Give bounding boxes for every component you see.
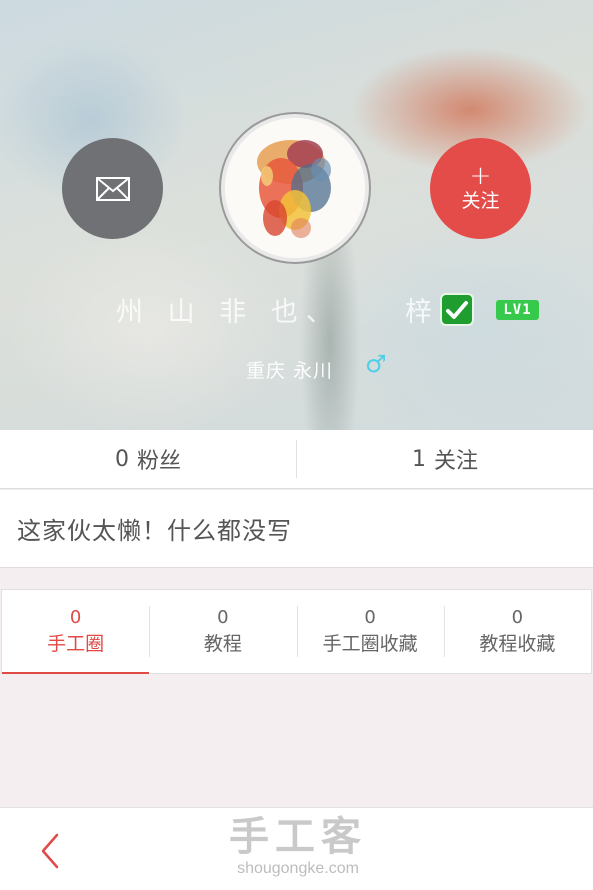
content-tabs: 0 手工圈 0 教程 0 手工圈收藏 0 教程收藏 — [1, 589, 592, 674]
tab-label: 手工圈收藏 — [322, 632, 418, 655]
fans-label: 粉丝 — [136, 449, 181, 474]
tab-label: 教程 — [203, 632, 242, 655]
avatar[interactable] — [221, 114, 369, 262]
fans-count: 0 — [114, 446, 129, 472]
tab-count: 0 — [69, 606, 82, 628]
checkmark-icon — [446, 300, 468, 319]
bio-text: 这家伙太懒！什么都没写 — [0, 490, 593, 568]
envelope-icon — [95, 176, 130, 201]
male-gender-icon: ♂ — [365, 350, 387, 378]
brand-domain: shougongke.com — [237, 860, 359, 877]
follow-stats: 0 粉丝 1 关注 — [0, 430, 593, 489]
following-count: 1 — [411, 446, 426, 472]
follow-label: 关注 — [461, 189, 500, 212]
tab-count: 0 — [511, 606, 524, 628]
tab-tutorials[interactable]: 0 教程 — [149, 590, 296, 673]
tab-circle-favorites[interactable]: 0 手工圈收藏 — [296, 590, 444, 673]
brand-logo-text: 手工客 — [229, 814, 367, 860]
nickname-part-b: 梓 — [405, 297, 432, 328]
fans-stat[interactable]: 0 粉丝 — [0, 430, 296, 488]
follow-button[interactable]: + 关注 — [430, 138, 531, 239]
tab-count: 0 — [217, 606, 229, 628]
message-button[interactable] — [62, 138, 163, 239]
nickname-part-a: 州 山 非 也、 — [116, 297, 341, 328]
back-button[interactable] — [30, 826, 70, 876]
chevron-left-icon — [41, 833, 59, 869]
level-badge: LV1 — [496, 300, 539, 320]
avatar-image — [225, 118, 365, 258]
bottom-bar: 手工客 shougongke.com — [0, 807, 593, 890]
profile-cover: + 关注 州 山 非 也、 梓 LV1 重庆 永川 ♂ — [0, 0, 593, 430]
brand-watermark: 手工客 shougongke.com — [228, 814, 368, 878]
verified-badge — [440, 293, 474, 326]
tab-tutorial-favorites[interactable]: 0 教程收藏 — [443, 590, 591, 673]
following-label: 关注 — [433, 449, 478, 474]
tab-handcraft-circle[interactable]: 0 手工圈 — [2, 590, 150, 674]
location: 重庆 永川 — [246, 360, 334, 382]
following-stat[interactable]: 1 关注 — [297, 430, 593, 488]
tab-label: 手工圈 — [47, 632, 105, 655]
tab-count: 0 — [364, 606, 376, 628]
plus-icon: + — [469, 160, 492, 191]
tab-label: 教程收藏 — [479, 632, 556, 655]
